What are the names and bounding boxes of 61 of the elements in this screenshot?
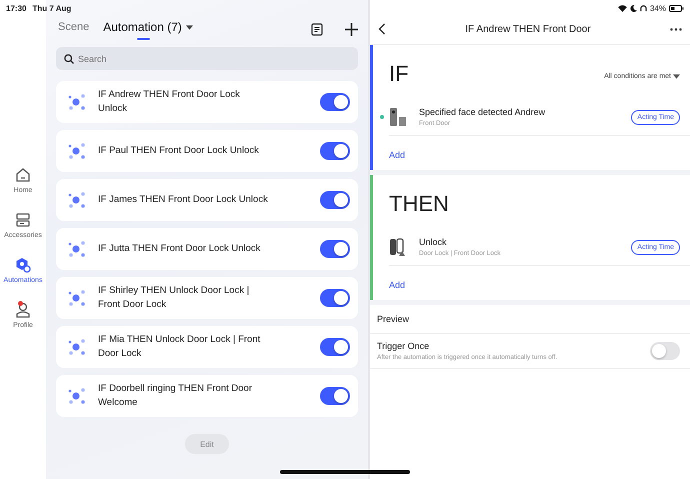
automation-name: IF Andrew THEN Front Door Lock Unlock (98, 88, 241, 116)
tab[interactable]: Scene (58, 21, 90, 37)
add-icon[interactable] (345, 22, 358, 36)
status-date: Thu 7 Aug (32, 4, 72, 12)
battery-icon (669, 4, 684, 12)
section-heading: THEN (389, 191, 449, 217)
detail-title: IF Andrew THEN Front Door (464, 24, 592, 34)
wifi-icon (618, 4, 627, 12)
battery-percent: 34% (650, 4, 666, 12)
automation-name: IF Jutta THEN Front Door Lock Unlock (98, 242, 262, 256)
automation-card[interactable]: IF Shirley THEN Unlock Door Lock | Front Door Lock (56, 277, 358, 319)
toggle-switch[interactable] (320, 142, 350, 160)
toggle-switch[interactable] (650, 342, 680, 360)
toggle-switch[interactable] (320, 338, 350, 356)
automation-card[interactable]: IF James THEN Front Door Lock Unlock (56, 179, 358, 221)
search-field[interactable]: Search (56, 47, 358, 70)
toggle-switch[interactable] (320, 240, 350, 258)
toggle-switch[interactable] (320, 387, 350, 405)
headphones-icon (640, 4, 647, 12)
caret-icon (673, 74, 680, 79)
automation-card[interactable]: IF Doorbell ringing THEN Front Door Welcome (56, 375, 358, 417)
toggle-switch[interactable] (320, 191, 350, 209)
add-link[interactable]: Add (389, 150, 406, 160)
automation-name: IF Doorbell ringing THEN Front Door Welcome (98, 382, 253, 410)
toggle-switch[interactable] (320, 93, 350, 111)
item-title: Unlock (419, 237, 448, 247)
person-icon (15, 302, 31, 318)
automation-card[interactable]: IF Paul THEN Front Door Lock Unlock (56, 130, 358, 172)
home-icon (15, 166, 31, 182)
preview-label: Preview (377, 313, 410, 326)
hexagon-gear-icon (14, 256, 31, 272)
automation-name: IF Shirley THEN Unlock Door Lock | Front Door Lock (98, 284, 250, 312)
molecule-dots-icon (68, 143, 86, 159)
status-time: 17:30 (6, 4, 26, 12)
add-link[interactable]: Add (389, 280, 406, 290)
back-icon[interactable] (378, 23, 386, 35)
item-title: Specified face detected Andrew (419, 107, 546, 117)
tab[interactable]: Automation (7) (103, 20, 193, 38)
drawers-icon (14, 212, 31, 228)
molecule-dots-icon (68, 388, 86, 404)
molecule-dots-icon (68, 290, 86, 306)
automation-card[interactable]: IF Mia THEN Unlock Door Lock | Front Door Lock (56, 326, 358, 368)
toggle-switch[interactable] (320, 289, 350, 307)
automation-card[interactable]: IF Jutta THEN Front Door Lock Unlock (56, 228, 358, 270)
molecule-dots-icon (68, 192, 86, 208)
section-heading: IF (389, 61, 409, 87)
automation-name: IF James THEN Front Door Lock Unlock (98, 193, 269, 207)
search-icon (64, 54, 74, 64)
more-icon[interactable] (670, 28, 682, 30)
automation-name: IF Paul THEN Front Door Lock Unlock (98, 144, 260, 158)
trigger-once-label: Trigger Once (377, 341, 430, 351)
molecule-dots-icon (68, 339, 86, 355)
moon-icon (630, 4, 637, 12)
automation-name: IF Mia THEN Unlock Door Lock | Front Door Lock (98, 333, 262, 361)
automation-card[interactable]: IF Andrew THEN Front Door Lock Unlock (56, 81, 358, 123)
document-icon[interactable] (311, 22, 323, 36)
doorbell-device-icon (389, 107, 407, 127)
caret-icon (186, 24, 193, 30)
molecule-dots-icon (68, 241, 86, 257)
door-lock-device-icon (389, 237, 407, 257)
molecule-dots-icon (68, 94, 86, 110)
